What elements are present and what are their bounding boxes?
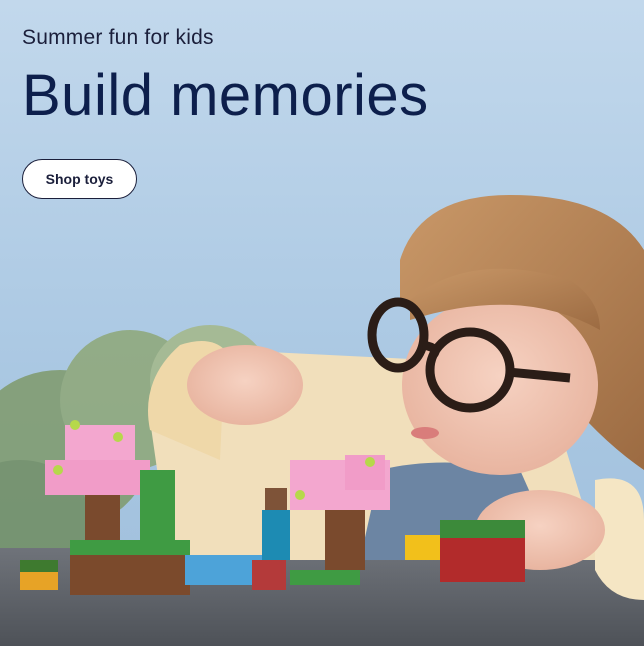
shop-toys-button[interactable]: Shop toys	[22, 159, 137, 199]
hero-eyebrow: Summer fun for kids	[22, 26, 214, 49]
hero-banner[interactable]: Summer fun for kids Build memories Shop …	[0, 0, 644, 646]
hero-headline: Build memories	[22, 63, 429, 128]
